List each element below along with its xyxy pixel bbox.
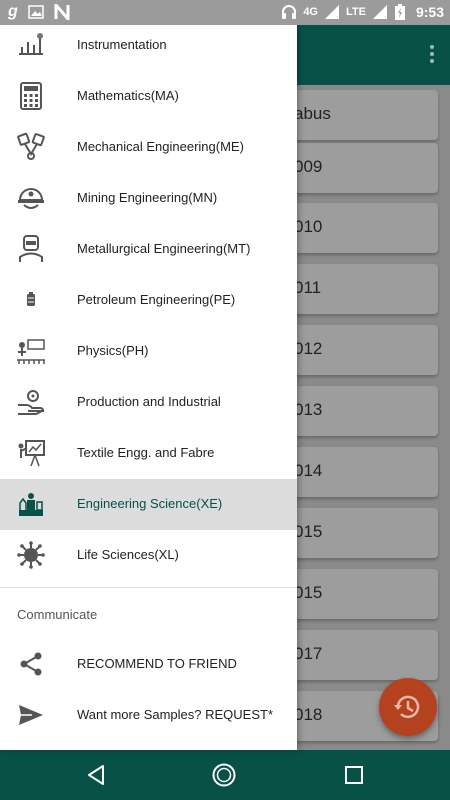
drawer-item-mathematics[interactable]: Mathematics(MA) (0, 71, 297, 122)
welder-icon (19, 235, 43, 262)
drawer-item-instrumentation[interactable]: Instrumentation (0, 25, 297, 71)
signal-icon-2 (372, 5, 387, 19)
overflow-menu-icon[interactable] (430, 45, 434, 66)
oil-barrel-icon (27, 292, 35, 306)
headphones-icon (282, 5, 297, 19)
drawer-divider (0, 587, 297, 588)
virus-icon (17, 541, 45, 569)
drawer-item-production[interactable]: Production and Industrial (0, 377, 297, 428)
hand-gear-icon (18, 390, 45, 415)
clock: 9:53 (415, 4, 444, 20)
drawer-item-metallurgical[interactable]: Metallurgical Engineering(MT) (0, 224, 297, 275)
drawer-item-engineering-science[interactable]: Engineering Science(XE) (0, 479, 297, 530)
status-bar: g 4G LTE 9:53 (0, 0, 450, 25)
system-nav-bar (0, 750, 450, 800)
navigation-drawer: Instrumentation Mathematics(MA) Mechanic… (0, 25, 297, 750)
drawer-item-mechanical[interactable]: Mechanical Engineering(ME) (0, 122, 297, 173)
share-icon (20, 652, 42, 676)
mining-helmet-icon (18, 188, 44, 209)
calculator-icon (20, 82, 42, 110)
history-fab[interactable] (379, 678, 437, 736)
presentation-icon (18, 440, 45, 467)
history-icon (394, 695, 420, 719)
communicate-section-header: Communicate (17, 607, 98, 622)
recommend-to-friend-item[interactable]: RECOMMEND TO FRIEND (0, 639, 297, 690)
image-icon (28, 5, 44, 19)
drawer-item-mining[interactable]: Mining Engineering(MN) (0, 173, 297, 224)
drawer-item-life-sciences[interactable]: Life Sciences(XL) (0, 530, 297, 581)
lab-science-icon (19, 493, 43, 516)
drawer-item-physics[interactable]: Physics(PH) (0, 326, 297, 377)
drawer-item-petroleum[interactable]: Petroleum Engineering(PE) (0, 275, 297, 326)
signal-icon (325, 5, 339, 19)
pistons-icon (17, 132, 45, 160)
gboard-icon: g (8, 3, 18, 20)
home-icon[interactable] (211, 762, 237, 788)
instrumentation-icon (19, 33, 43, 55)
battery-icon (394, 4, 405, 20)
network-type-label: 4G (303, 6, 318, 18)
drawer-item-textile[interactable]: Textile Engg. and Fabre (0, 428, 297, 479)
physics-icon (17, 339, 45, 364)
recents-icon[interactable] (345, 766, 363, 784)
lte-label: LTE (346, 6, 366, 18)
send-icon (19, 705, 43, 725)
request-samples-item[interactable]: Want more Samples? REQUEST* (0, 690, 297, 741)
back-icon[interactable] (84, 763, 108, 787)
n-notification-icon (54, 4, 70, 20)
